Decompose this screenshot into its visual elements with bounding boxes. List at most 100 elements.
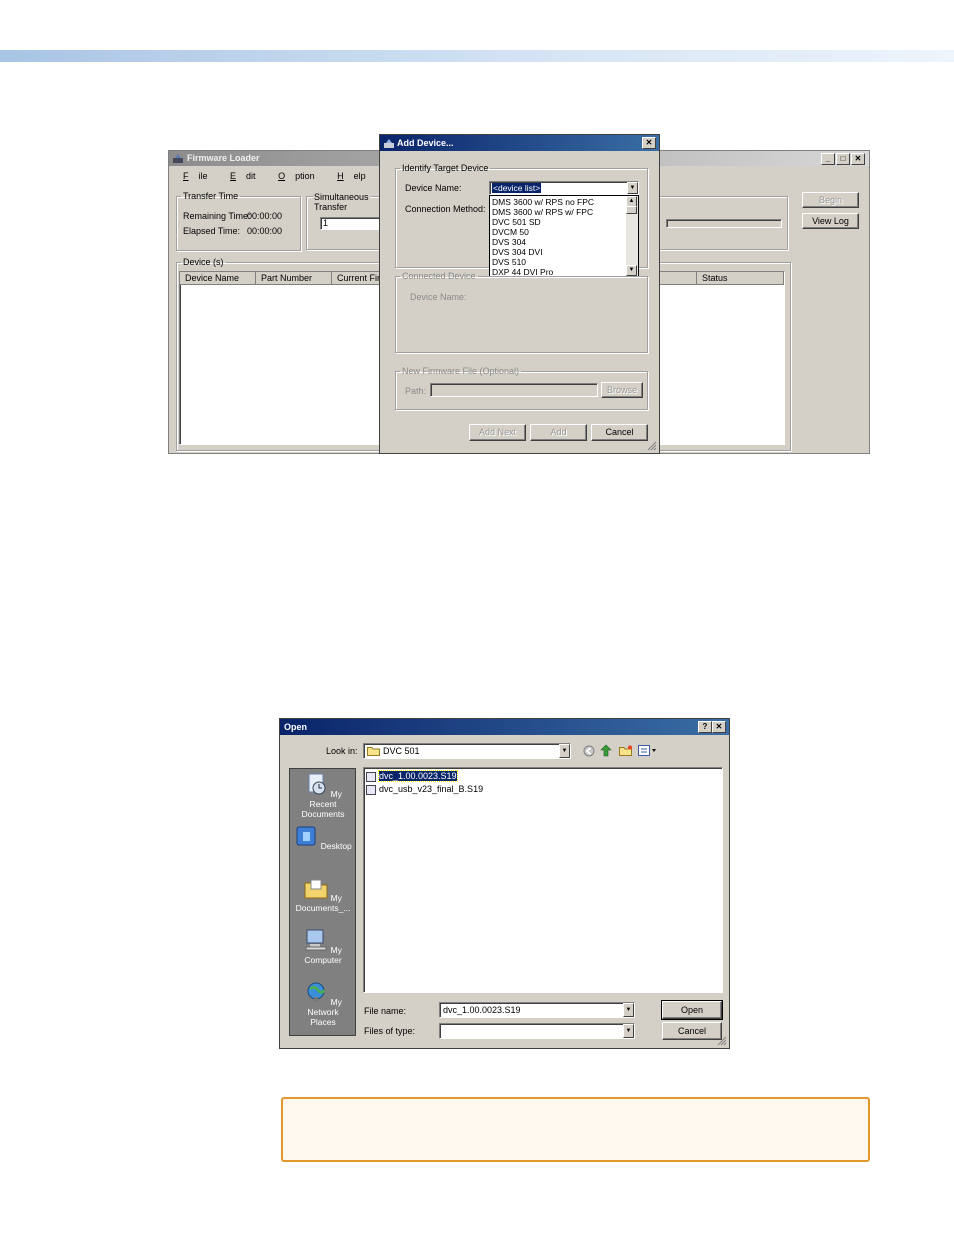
cancel-button[interactable]: Cancel xyxy=(662,1022,722,1040)
desktop-icon xyxy=(296,826,316,846)
device-name-selected: <device list> xyxy=(492,183,542,193)
device-option[interactable]: DMS 3600 w/ RPS w/ FPC xyxy=(490,207,626,217)
file-type-label: Files of type: xyxy=(364,1026,416,1036)
window-title: Firmware Loader xyxy=(187,153,260,163)
menu-file[interactable]: File xyxy=(183,171,218,181)
connected-device-name-label: Device Name: xyxy=(410,292,467,302)
menu-help[interactable]: Help xyxy=(337,171,376,181)
note-callout xyxy=(281,1097,870,1162)
device-options: DMS 3600 w/ RPS no FPC DMS 3600 w/ RPS w/… xyxy=(490,197,626,276)
path-label: Path: xyxy=(405,386,427,396)
title-bar: Open ? ✕ xyxy=(280,719,729,735)
dialog-title: Open xyxy=(284,722,308,732)
file-list[interactable]: dvc_1.00.0023.S19 dvc_usb_v23_final_B.S1… xyxy=(363,767,723,993)
look-in-label: Look in: xyxy=(326,746,358,756)
devices-legend: Device (s) xyxy=(183,257,224,267)
file-icon xyxy=(366,784,376,795)
close-button[interactable]: ✕ xyxy=(712,721,726,733)
maximize-button[interactable]: □ xyxy=(836,153,850,165)
back-icon[interactable] xyxy=(583,745,595,757)
scroll-thumb[interactable] xyxy=(626,206,637,214)
open-button[interactable]: Open xyxy=(661,1000,723,1020)
browse-button[interactable]: Browse xyxy=(601,382,643,398)
column-status[interactable]: Status xyxy=(697,272,784,285)
elapsed-time-label: Elapsed Time: xyxy=(183,226,241,236)
close-button[interactable]: ✕ xyxy=(851,153,865,165)
add-next-button[interactable]: Add Next xyxy=(469,424,526,441)
file-type-select[interactable]: ▼ xyxy=(439,1023,635,1039)
device-option[interactable]: DVS 304 DVI xyxy=(490,247,626,257)
column-part-number[interactable]: Part Number xyxy=(256,272,332,285)
resize-grip-icon[interactable] xyxy=(647,441,657,451)
place-my-computer[interactable]: My Computer xyxy=(290,929,356,965)
path-input[interactable] xyxy=(430,383,598,397)
cancel-button[interactable]: Cancel xyxy=(591,424,648,441)
minimize-button[interactable]: _ xyxy=(821,153,835,165)
caption-buttons: _ □ ✕ xyxy=(820,153,865,165)
chevron-down-icon[interactable]: ▼ xyxy=(623,1003,634,1017)
device-option[interactable]: DMS 3600 w/ RPS no FPC xyxy=(490,197,626,207)
progress-bar xyxy=(666,219,782,228)
connected-legend: Connected Device xyxy=(402,271,476,281)
menu-option[interactable]: Option xyxy=(278,171,325,181)
device-name-dropdown[interactable]: <device list> ▼ xyxy=(489,181,639,195)
header-band xyxy=(0,50,954,62)
dropdown-scrollbar[interactable]: ▲ ▼ xyxy=(626,196,638,276)
device-option[interactable]: DVS 510 xyxy=(490,257,626,267)
new-folder-icon[interactable] xyxy=(619,745,633,756)
file-name-value: dvc_1.00.0023.S19 xyxy=(443,1005,521,1015)
transfer-time-legend: Transfer Time xyxy=(183,191,239,201)
file-icon xyxy=(366,771,376,782)
help-button[interactable]: ? xyxy=(698,721,712,733)
folder-icon xyxy=(367,747,380,756)
transfer-time-group: Transfer Time xyxy=(176,191,301,251)
add-device-dialog: Add Device... ✕ Identify Target Device D… xyxy=(379,134,660,454)
file-name: dvc_1.00.0023.S19 xyxy=(378,770,458,782)
file-item[interactable]: dvc_1.00.0023.S19 xyxy=(366,770,458,782)
connection-method-label: Connection Method: xyxy=(405,204,486,214)
file-name-label: File name: xyxy=(364,1006,407,1016)
close-button[interactable]: ✕ xyxy=(642,137,656,149)
look-in-value: DVC 501 xyxy=(383,746,420,756)
remaining-time-label: Remaining Time: xyxy=(183,211,251,221)
file-name-input[interactable]: dvc_1.00.0023.S19 ▼ xyxy=(439,1002,635,1018)
device-option[interactable]: DVS 304 xyxy=(490,237,626,247)
device-list-dropdown[interactable]: DMS 3600 w/ RPS no FPC DMS 3600 w/ RPS w/… xyxy=(489,195,639,277)
place-desktop[interactable]: Desktop xyxy=(290,825,356,851)
elapsed-time-value: 00:00:00 xyxy=(247,226,283,236)
title-bar: Add Device... ✕ xyxy=(380,135,659,151)
chevron-down-icon[interactable]: ▼ xyxy=(627,182,638,194)
open-dialog: Open ? ✕ Look in: DVC 501 ▼ My Recent Doc… xyxy=(279,718,730,1049)
remaining-time-value: 00:00:00 xyxy=(247,211,283,221)
look-in-dropdown[interactable]: DVC 501 ▼ xyxy=(363,743,571,759)
recent-documents-icon xyxy=(308,773,326,795)
add-button[interactable]: Add xyxy=(530,424,587,441)
menu-edit[interactable]: Edit xyxy=(230,171,266,181)
firmware-legend: New Firmware File (Optional) xyxy=(402,366,520,376)
file-item[interactable]: dvc_usb_v23_final_B.S19 xyxy=(366,783,483,795)
add-device-icon xyxy=(384,139,394,148)
resize-grip-icon[interactable] xyxy=(717,1036,727,1046)
view-menu-icon[interactable] xyxy=(638,745,658,756)
device-option[interactable]: DVCM 50 xyxy=(490,227,626,237)
firmware-loader-icon xyxy=(173,154,183,163)
view-log-button[interactable]: View Log xyxy=(802,213,859,229)
chevron-down-icon[interactable]: ▼ xyxy=(623,1024,634,1038)
menu-bar: File Edit Option Help xyxy=(183,171,386,181)
place-my-documents[interactable]: My Documents_... xyxy=(290,877,356,913)
my-computer-icon xyxy=(305,929,327,951)
chevron-down-icon[interactable]: ▼ xyxy=(559,744,570,758)
place-my-network[interactable]: My Network Places xyxy=(290,981,356,1027)
place-recent-documents[interactable]: My Recent Documents xyxy=(290,773,356,819)
column-device-name[interactable]: Device Name xyxy=(180,272,256,285)
up-folder-icon[interactable] xyxy=(600,744,612,757)
device-option[interactable]: DVC 501 SD xyxy=(490,217,626,227)
begin-button[interactable]: Begin xyxy=(802,192,859,208)
simultaneous-transfer-legend: Simultaneous Transfer xyxy=(313,192,370,212)
simultaneous-transfer-spinner[interactable]: 1 xyxy=(320,217,382,230)
identify-legend: Identify Target Device xyxy=(402,163,489,173)
places-bar: My Recent Documents Desktop My Documents_.… xyxy=(289,768,356,1036)
dialog-title: Add Device... xyxy=(397,138,454,148)
network-places-icon xyxy=(307,982,326,1002)
device-name-label: Device Name: xyxy=(405,183,462,193)
